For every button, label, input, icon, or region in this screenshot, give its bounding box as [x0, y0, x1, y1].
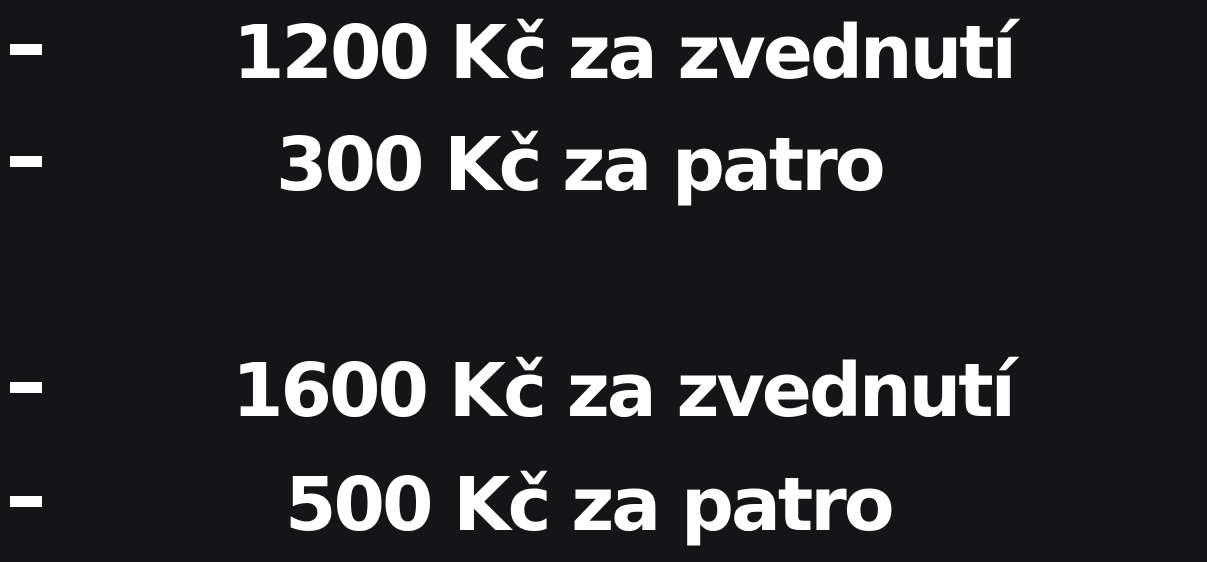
bullet-dash: [10, 382, 42, 393]
price-list: 1200 Kč za zvednutí 300 Kč za patro 1600…: [0, 0, 1207, 562]
price-list-item: 300 Kč za patro: [0, 120, 1207, 210]
price-item-text: 1600 Kč za zvednutí: [232, 348, 1016, 434]
price-list-item: 500 Kč za patro: [0, 460, 1207, 550]
price-item-text: 1200 Kč za zvednutí: [233, 10, 1017, 96]
bullet-dash: [10, 156, 42, 167]
price-list-item: 1200 Kč za zvednutí: [0, 8, 1207, 98]
bullet-dash: [10, 44, 42, 55]
price-item-text: 500 Kč za patro: [285, 462, 895, 548]
price-item-text: 300 Kč za patro: [276, 122, 886, 208]
price-list-item: 1600 Kč za zvednutí: [0, 346, 1207, 436]
bullet-dash: [10, 496, 42, 507]
